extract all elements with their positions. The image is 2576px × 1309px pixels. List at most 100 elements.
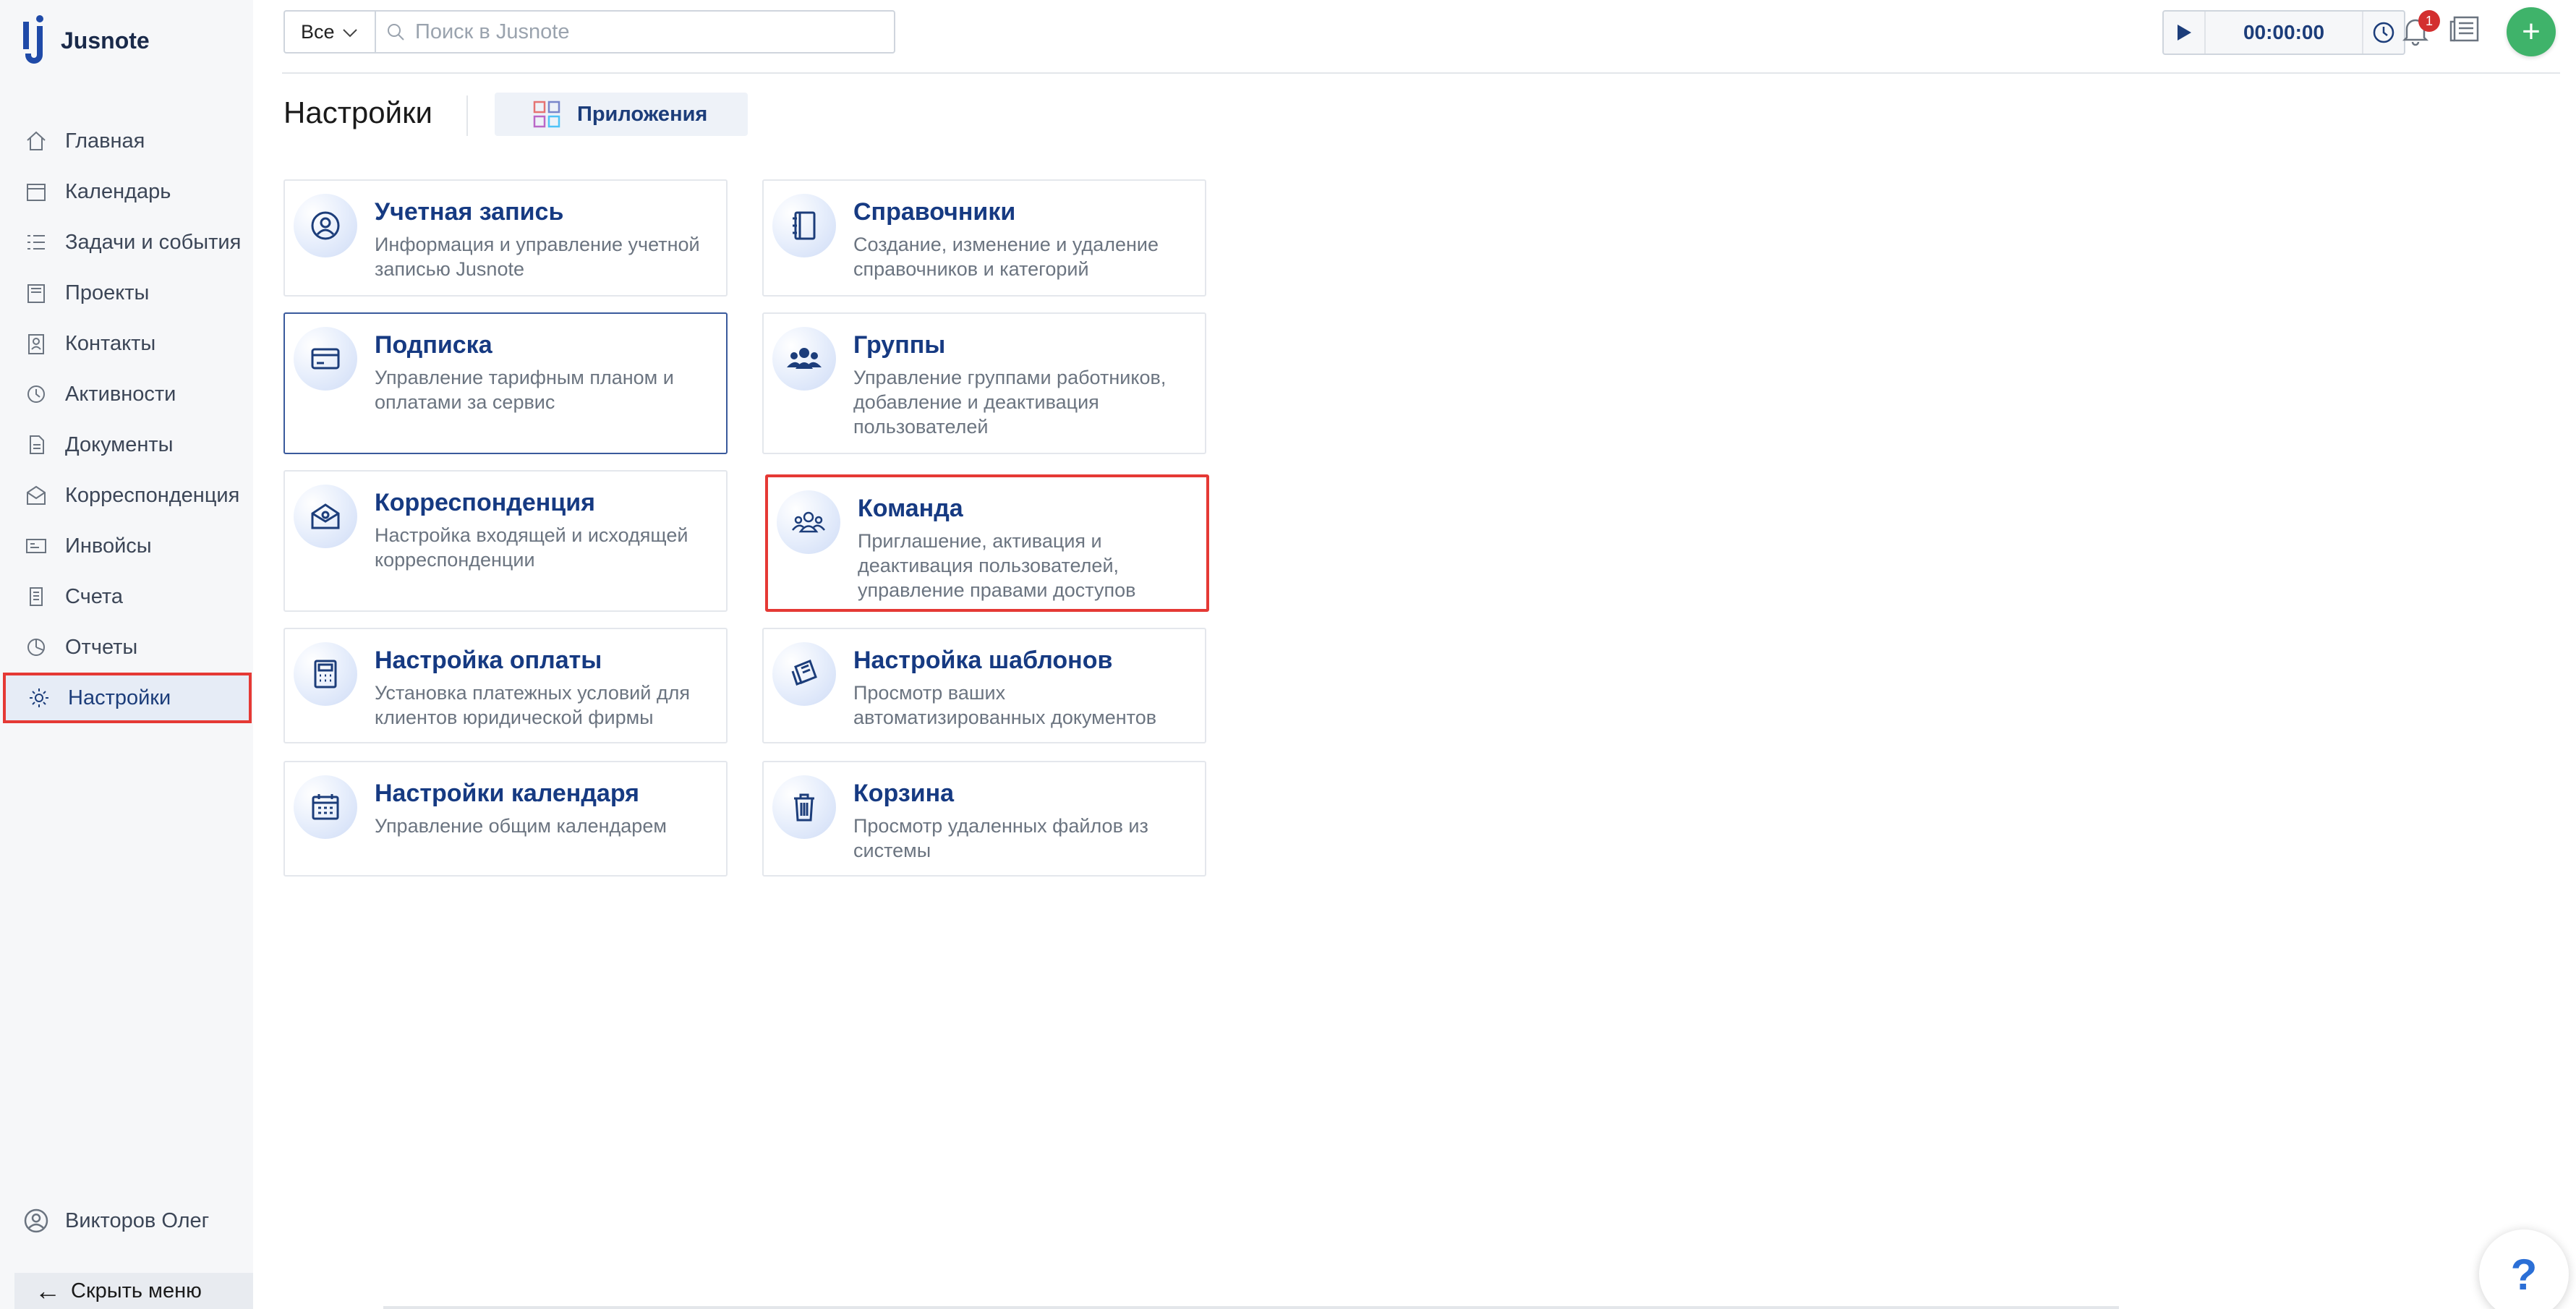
sidebar-item-contacts[interactable]: Контакты [0,318,253,369]
invoices-icon [22,532,51,560]
tab-applications[interactable]: Приложения [495,93,748,136]
play-button[interactable] [2164,12,2206,54]
app-name: Jusnote [61,27,150,54]
card-title: Настройка оплаты [375,647,602,674]
sidebar-item-calendar[interactable]: Календарь [0,166,253,217]
card-groups[interactable]: Группы Управление группами работников, д… [762,312,1206,454]
sidebar-item-label: Инвойсы [65,534,152,558]
card-title: Учетная запись [375,198,564,226]
page-title: Настройки [283,95,432,129]
play-icon [2178,25,2191,40]
sidebar-item-settings[interactable]: Настройки [3,673,252,723]
card-description: Установка платежных условий для клиентов… [375,682,690,728]
sidebar-item-label: Задачи и события [65,230,242,254]
sidebar-item-label: Контакты [65,331,156,355]
topbar: Все 00:00:00 1 + [282,0,2560,74]
apps-grid-icon [533,101,560,128]
card-title: Корреспонденция [375,489,595,516]
activity-icon [22,380,51,409]
search-filter-select[interactable]: Все [283,10,376,54]
card-correspondence[interactable]: Корреспонденция Настройка входящей и исх… [283,470,728,612]
sidebar-item-tasks[interactable]: Задачи и события [0,217,253,268]
search-input[interactable] [415,20,878,44]
user-profile[interactable]: Викторов Олег [22,1206,209,1235]
trash-icon [772,775,836,839]
sidebar-item-label: Главная [65,129,145,153]
sidebar-item-label: Счета [65,584,123,608]
card-description: Управление тарифным планом и оплатами за… [375,367,674,413]
question-icon: ? [2510,1250,2538,1299]
sidebar-item-correspondence[interactable]: Корреспонденция [0,470,253,521]
sidebar-item-invoices[interactable]: Инвойсы [0,521,253,571]
sidebar-item-projects[interactable]: Проекты [0,268,253,318]
newspaper-icon [2449,16,2479,42]
card-title: Корзина [853,780,955,807]
card-description: Создание, изменение и удаление справочни… [853,234,1159,280]
card-description: Управление группами работников, добавлен… [853,367,1167,438]
sidebar-item-documents[interactable]: Документы [0,419,253,470]
card-payment-settings[interactable]: Настройка оплаты Установка платежных усл… [283,628,728,743]
user-circle-icon [294,194,357,257]
sidebar: Jusnote Главная Календарь Задачи и событ… [0,0,253,1309]
card-description: Приглашение, активация и деактивация пол… [858,530,1136,601]
sidebar-item-label: Отчеты [65,635,138,659]
card-description: Просмотр удаленных файлов из системы [853,815,1148,861]
divider [466,95,468,136]
news-button[interactable] [2449,14,2485,51]
sidebar-item-home[interactable]: Главная [0,116,253,166]
sidebar-item-label: Проекты [65,281,150,304]
sidebar-item-label: Активности [65,382,176,406]
gear-icon [25,683,54,712]
correspondence-icon [22,481,51,510]
sidebar-item-activity[interactable]: Активности [0,369,253,419]
card-trash[interactable]: Корзина Просмотр удаленных файлов из сис… [762,761,1206,877]
envelope-icon [294,485,357,548]
card-title: Подписка [375,331,492,359]
jusnote-logo-icon [23,15,43,64]
accounts-icon [22,582,51,611]
sidebar-item-reports[interactable]: Отчеты [0,622,253,673]
team-icon [777,490,840,554]
card-title: Справочники [853,198,1016,226]
calculator-icon [294,642,357,706]
card-title: Группы [853,331,946,359]
hide-menu-label: Скрыть меню [71,1279,202,1302]
card-description: Настройка входящей и исходящей корреспон… [375,524,688,571]
card-description: Информация и управление учетной записью … [375,234,700,280]
logo[interactable]: Jusnote [20,14,150,67]
card-template-settings[interactable]: Настройка шаблонов Просмотр ваших автома… [762,628,1206,743]
search-box [375,10,895,54]
time-tracker: 00:00:00 [2162,10,2405,55]
card-team[interactable]: Команда Приглашение, активация и деактив… [765,474,1209,612]
sidebar-item-label: Настройки [68,686,171,709]
card-title: Команда [858,495,963,522]
add-button[interactable]: + [2507,7,2556,56]
sidebar-item-label: Документы [65,432,174,456]
timer-history-button[interactable] [2362,12,2404,54]
documents-icon [22,430,51,459]
timer-value: 00:00:00 [2243,21,2325,43]
chevron-down-icon [342,21,358,43]
card-directories[interactable]: Справочники Создание, изменение и удален… [762,179,1206,297]
notifications-badge: 1 [2418,10,2440,32]
card-title: Настройки календаря [375,780,639,807]
contacts-icon [22,329,51,358]
arrow-left-icon: ← [35,1276,61,1305]
card-subscription[interactable]: Подписка Управление тарифным планом и оп… [283,312,728,454]
sidebar-nav: Главная Календарь Задачи и события Проек… [0,116,253,723]
tab-applications-label: Приложения [577,102,708,126]
horizontal-scrollbar[interactable] [383,1306,2119,1309]
card-calendar-settings[interactable]: Настройки календаря Управление общим кал… [283,761,728,877]
sidebar-item-label: Календарь [65,179,171,203]
sidebar-item-accounts[interactable]: Счета [0,571,253,622]
help-button[interactable]: ? [2479,1229,2569,1309]
hide-menu-button[interactable]: ← Скрыть меню [14,1273,253,1309]
calendar-icon [294,775,357,839]
card-account[interactable]: Учетная запись Информация и управление у… [283,179,728,297]
home-icon [22,127,51,155]
reports-icon [22,633,51,662]
book-icon [772,194,836,257]
card-title: Настройка шаблонов [853,647,1113,674]
card-description: Управление общим календарем [375,815,667,837]
user-avatar-icon [24,1208,48,1233]
